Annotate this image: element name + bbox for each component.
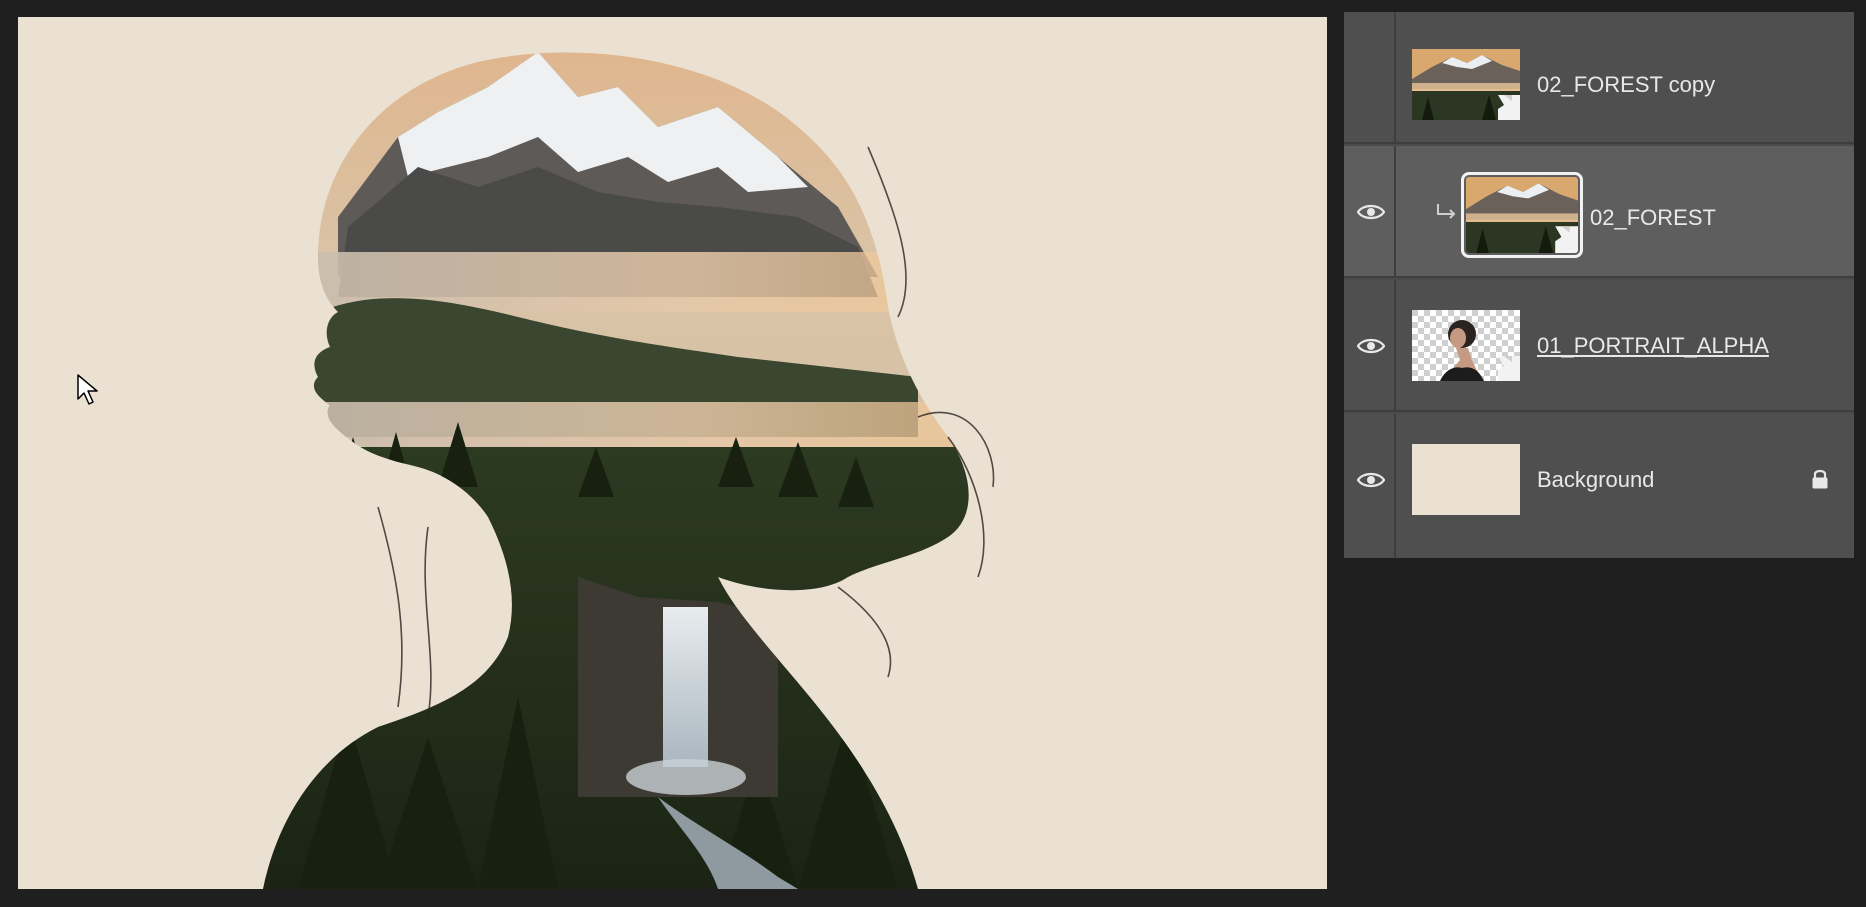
layer-name[interactable]: 02_FOREST [1590,205,1716,231]
visibility-toggle[interactable] [1344,146,1396,276]
layer-row-forest[interactable]: 02_FOREST [1344,146,1854,278]
layer-thumbnail [1412,310,1520,381]
layer-name[interactable]: 02_FOREST copy [1537,72,1715,98]
layer-thumbnail [1461,172,1583,258]
eye-icon[interactable] [1357,336,1385,356]
visibility-toggle[interactable] [1344,12,1396,142]
layer-row-portrait[interactable]: 01_PORTRAIT_ALPHA [1344,280,1854,412]
layer-row-background[interactable]: Background [1344,414,1854,558]
layer-name[interactable]: 01_PORTRAIT_ALPHA [1537,333,1769,359]
eye-icon[interactable] [1357,202,1385,222]
layer-name[interactable]: Background [1537,467,1654,493]
arrow-cursor-icon [77,374,98,405]
layer-thumbnail [1412,49,1520,120]
lock-icon[interactable] [1811,468,1829,490]
layer-thumbnail [1412,444,1520,515]
double-exposure-artwork [18,17,1327,889]
document-canvas[interactable] [18,17,1327,889]
layers-panel: 02_FOREST copy 02_FOREST 01_PORTRAIT_ALP… [1344,12,1854,558]
photoshop-workspace: 02_FOREST copy 02_FOREST 01_PORTRAIT_ALP… [0,0,1866,907]
visibility-toggle[interactable] [1344,414,1396,558]
visibility-toggle[interactable] [1344,280,1396,410]
eye-icon[interactable] [1357,470,1385,490]
clipping-mask-icon [1437,204,1456,219]
layer-row-forest-copy[interactable]: 02_FOREST copy [1344,12,1854,144]
